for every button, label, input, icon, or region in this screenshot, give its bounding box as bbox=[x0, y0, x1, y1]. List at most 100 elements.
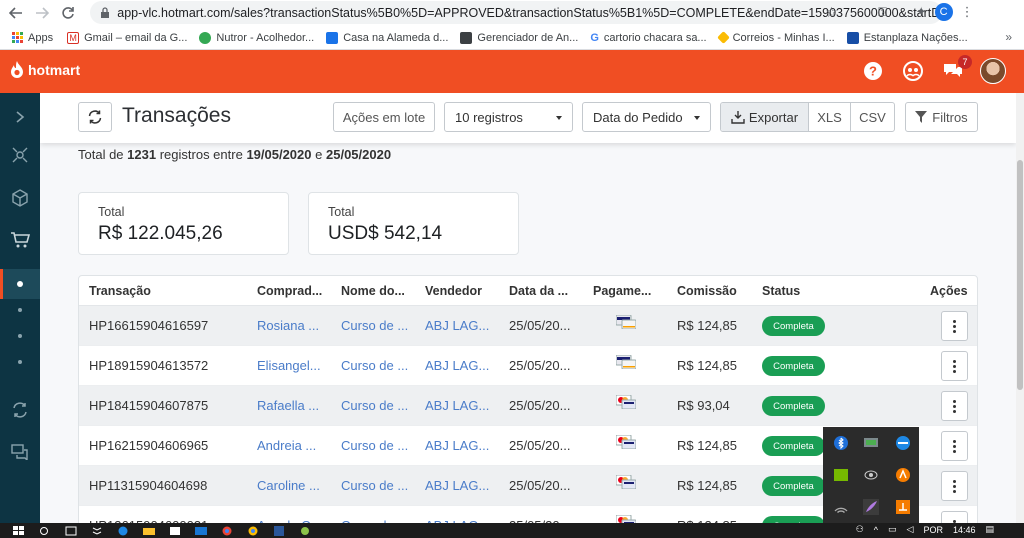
language-indicator[interactable]: POR bbox=[923, 525, 943, 535]
address-bar[interactable]: app-vlc.hotmart.com/sales?transactionSta… bbox=[90, 1, 942, 24]
bookmark-cartorio[interactable]: G cartorio chacara sa... bbox=[590, 32, 706, 44]
export-label: Exportar bbox=[748, 109, 799, 125]
messages-icon[interactable]: 7 bbox=[940, 55, 972, 84]
cell-buyer[interactable]: Rosiana ... bbox=[257, 318, 319, 333]
col-status[interactable]: Status bbox=[762, 284, 800, 298]
user-avatar[interactable] bbox=[980, 58, 1006, 84]
col-transaction[interactable]: Transação bbox=[89, 284, 151, 298]
action-center-icon[interactable]: ▤ bbox=[985, 524, 994, 535]
monitor-icon[interactable] bbox=[863, 435, 879, 451]
row-actions-button[interactable] bbox=[941, 471, 968, 501]
eye-icon[interactable] bbox=[863, 467, 879, 483]
chrome-profile-icon[interactable] bbox=[246, 526, 260, 536]
cell-buyer[interactable]: Andreia ... bbox=[257, 438, 316, 453]
sidebar-chat-icon[interactable] bbox=[0, 437, 40, 467]
bookmark-casa[interactable]: Casa na Alameda d... bbox=[326, 31, 448, 44]
avast-icon[interactable] bbox=[895, 467, 911, 483]
wifi-icon[interactable] bbox=[833, 499, 849, 515]
records-per-page-select[interactable]: 10 registros bbox=[444, 102, 573, 132]
table-row[interactable]: HP16615904616597 Rosiana ... Curso de ... A… bbox=[79, 306, 977, 346]
cell-seller[interactable]: ABJ LAG... bbox=[425, 398, 489, 413]
table-row[interactable]: HP18915904613572 Elisangel... Curso de ...… bbox=[79, 346, 977, 386]
cell-buyer[interactable]: Elisangel... bbox=[257, 358, 321, 373]
volume-icon[interactable]: ◁ bbox=[907, 524, 914, 535]
cell-product[interactable]: Curso de ... bbox=[341, 478, 408, 493]
dropbox-icon[interactable] bbox=[90, 526, 104, 536]
csv-button[interactable]: CSV bbox=[850, 103, 894, 131]
cell-seller[interactable]: ABJ LAG... bbox=[425, 478, 489, 493]
sidebar-subitem-4[interactable] bbox=[0, 347, 40, 377]
back-icon[interactable] bbox=[6, 3, 26, 23]
key-icon[interactable]: ⚿ bbox=[878, 5, 887, 20]
teamviewer-icon[interactable] bbox=[895, 435, 911, 451]
col-seller[interactable]: Vendedor bbox=[425, 284, 482, 298]
reload-icon[interactable] bbox=[58, 3, 78, 23]
bookmark-apps[interactable]: Apps bbox=[12, 32, 53, 44]
cell-buyer[interactable]: Caroline ... bbox=[257, 478, 320, 493]
bookmark-nutror[interactable]: Nutror - Acolhedor... bbox=[199, 31, 314, 44]
edge-icon[interactable] bbox=[116, 526, 130, 536]
windows-start-icon[interactable] bbox=[12, 525, 26, 536]
help-icon[interactable]: ? bbox=[860, 58, 886, 84]
row-actions-button[interactable] bbox=[941, 391, 968, 421]
forward-icon[interactable] bbox=[32, 3, 52, 23]
mail-icon[interactable] bbox=[194, 526, 208, 536]
sidebar-recurrence-icon[interactable] bbox=[0, 395, 40, 425]
col-product[interactable]: Nome do... bbox=[341, 284, 405, 298]
people-icon[interactable]: ⚇ bbox=[856, 524, 864, 535]
bluetooth-icon[interactable] bbox=[833, 435, 849, 451]
row-actions-button[interactable] bbox=[941, 511, 968, 523]
menu-icon[interactable]: ⋮ bbox=[961, 4, 974, 20]
chrome-icon[interactable] bbox=[220, 526, 234, 536]
store-icon[interactable] bbox=[168, 526, 182, 536]
row-actions-button[interactable] bbox=[941, 311, 968, 341]
sidebar-expand-icon[interactable] bbox=[0, 102, 40, 132]
word-icon[interactable] bbox=[272, 525, 286, 536]
star-icon[interactable]: ☆ bbox=[825, 4, 838, 21]
clock[interactable]: 14:46 bbox=[953, 525, 976, 535]
sidebar-analytics-icon[interactable] bbox=[0, 140, 40, 170]
col-payment[interactable]: Pagame... bbox=[593, 284, 651, 298]
file-explorer-icon[interactable] bbox=[142, 526, 156, 536]
nvidia-icon[interactable] bbox=[833, 467, 849, 483]
profile-avatar[interactable]: C bbox=[934, 3, 953, 21]
cell-product[interactable]: Curso de ... bbox=[341, 358, 408, 373]
feather-icon[interactable] bbox=[863, 499, 879, 515]
sidebar-products-icon[interactable] bbox=[0, 183, 40, 213]
refresh-button[interactable] bbox=[78, 102, 112, 132]
col-date[interactable]: Data da ... bbox=[509, 284, 568, 298]
col-commission[interactable]: Comissão bbox=[677, 284, 737, 298]
community-icon[interactable] bbox=[900, 58, 926, 84]
app-tray-icon[interactable] bbox=[895, 499, 911, 515]
col-buyer[interactable]: Comprad... bbox=[257, 284, 322, 298]
cell-seller[interactable]: ABJ LAG... bbox=[425, 318, 489, 333]
batch-actions-button[interactable]: Ações em lote bbox=[333, 102, 435, 132]
row-actions-button[interactable] bbox=[941, 431, 968, 461]
date-type-select[interactable]: Data do Pedido bbox=[582, 102, 711, 132]
cell-product[interactable]: Curso de ... bbox=[341, 398, 408, 413]
export-button[interactable]: Exportar bbox=[721, 103, 808, 131]
extensions-icon[interactable]: ✦ bbox=[916, 4, 927, 20]
task-view-icon[interactable] bbox=[64, 526, 78, 536]
sidebar-sales-icon[interactable] bbox=[0, 225, 40, 255]
cell-product[interactable]: Curso de ... bbox=[341, 318, 408, 333]
network-icon[interactable]: ▭ bbox=[888, 524, 897, 535]
misc-app-icon[interactable] bbox=[298, 526, 312, 536]
filters-button[interactable]: Filtros bbox=[905, 102, 978, 132]
row-actions-button[interactable] bbox=[941, 351, 968, 381]
tray-overflow-icon[interactable]: ^ bbox=[874, 525, 878, 535]
table-row[interactable]: HP18415904607875 Rafaella ... Curso de ...… bbox=[79, 386, 977, 426]
bookmark-correios[interactable]: Correios - Minhas I... bbox=[716, 31, 835, 44]
bookmark-gerenciador[interactable]: Gerenciador de An... bbox=[460, 31, 578, 44]
bookmark-estanplaza[interactable]: Estanplaza Nações... bbox=[846, 31, 968, 44]
cell-seller[interactable]: ABJ LAG... bbox=[425, 358, 489, 373]
bookmarks-overflow-icon[interactable]: » bbox=[1005, 30, 1012, 44]
bookmark-gmail[interactable]: M Gmail – email da G... bbox=[67, 31, 187, 44]
cell-buyer[interactable]: Rafaella ... bbox=[257, 398, 319, 413]
xls-button[interactable]: XLS bbox=[808, 103, 850, 131]
scrollbar-thumb[interactable] bbox=[1017, 160, 1023, 390]
search-icon[interactable] bbox=[38, 526, 52, 536]
hotmart-logo[interactable]: hotmart bbox=[10, 61, 80, 78]
cell-product[interactable]: Curso de ... bbox=[341, 438, 408, 453]
cell-seller[interactable]: ABJ LAG... bbox=[425, 438, 489, 453]
